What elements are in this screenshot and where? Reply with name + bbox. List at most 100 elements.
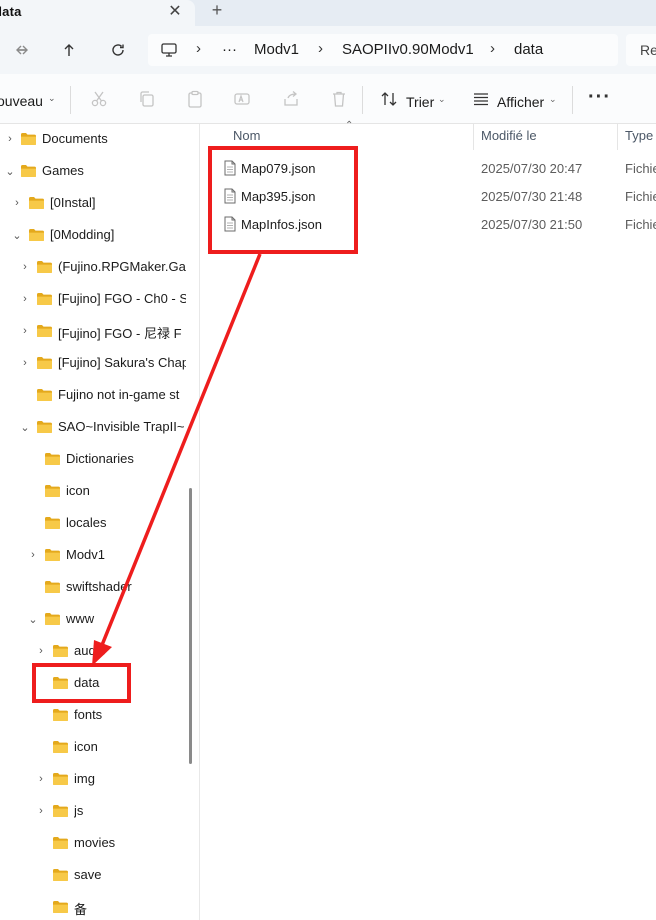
folder-icon	[37, 325, 52, 337]
copy-icon[interactable]	[138, 90, 156, 108]
tab-data[interactable]: data ✕	[0, 0, 195, 26]
tree-scrollbar[interactable]	[189, 488, 192, 764]
arrow-right-icon	[17, 45, 28, 55]
chevron-right-icon[interactable]: ›	[19, 357, 31, 371]
sort-button[interactable]: Trier	[406, 94, 434, 110]
folder-icon	[45, 485, 60, 497]
breadcrumb-data[interactable]: data	[514, 41, 543, 58]
tree-item[interactable]: › [0Instal]	[0, 188, 186, 220]
search-box[interactable]: Re	[626, 34, 656, 66]
tree-item-label: [Fujino] FGO - 尼禄 F	[58, 326, 182, 341]
divider	[572, 86, 573, 114]
view-button[interactable]: Afficher	[497, 94, 544, 110]
tree-item-label: icon	[66, 483, 90, 498]
chevron-right-icon[interactable]: ›	[35, 773, 47, 787]
tree-item-label: 备	[74, 902, 88, 917]
column-divider[interactable]	[617, 124, 618, 150]
tree-item[interactable]: › js	[0, 796, 186, 828]
chevron-right-icon[interactable]: ›	[11, 197, 23, 211]
chevron-down-icon: ⌄	[438, 94, 446, 104]
up-button[interactable]	[57, 38, 81, 62]
folder-icon	[37, 261, 52, 273]
tree-item[interactable]: ⌄ Games	[0, 156, 186, 188]
tree-item-label: save	[74, 867, 102, 882]
tree-item-label: audio	[74, 643, 106, 658]
new-tab-button[interactable]: +	[206, 0, 228, 22]
tree-item[interactable]: movies	[0, 828, 186, 860]
annotation-highlight-files	[208, 146, 358, 254]
chevron-right-icon[interactable]: ›	[19, 261, 31, 275]
tree-item[interactable]: ⌄ SAO~Invisible TrapII~	[0, 412, 186, 444]
column-header-modified[interactable]: Modifié le	[481, 128, 537, 143]
chevron-down-icon[interactable]: ⌄	[27, 613, 39, 627]
chevron-down-icon[interactable]: ⌄	[4, 165, 16, 179]
tree-item-label: [Fujino] Sakura's Chap	[58, 355, 186, 370]
column-header-name[interactable]: Nom	[233, 128, 260, 143]
rename-icon[interactable]	[233, 90, 251, 108]
tree-item[interactable]: › Modv1	[0, 540, 186, 572]
navigation-bar: › ··· Modv1 › SAOPIIv0.90Modv1 › data Re	[0, 26, 656, 74]
file-type: Fichie	[625, 161, 656, 176]
delete-icon[interactable]	[330, 90, 348, 108]
this-pc-icon	[161, 43, 177, 57]
chevron-right-icon[interactable]: ›	[35, 805, 47, 819]
paste-icon[interactable]	[186, 90, 204, 108]
tree-item[interactable]: save	[0, 860, 186, 892]
file-modified: 2025/07/30 21:48	[481, 189, 583, 204]
chevron-right-icon[interactable]: ›	[35, 645, 47, 659]
chevron-right-icon[interactable]: ›	[27, 549, 39, 563]
tree-item-label: Fujino not in-game st	[58, 387, 180, 402]
tree-item[interactable]: › Documents	[0, 124, 186, 156]
tree-item[interactable]: › (Fujino.RPGMaker.Gar	[0, 252, 186, 284]
folder-icon	[53, 901, 68, 913]
new-button[interactable]: ouveau	[0, 93, 43, 109]
folder-icon	[53, 709, 68, 721]
close-tab-icon[interactable]: ✕	[166, 1, 184, 21]
forward-button[interactable]	[10, 38, 34, 62]
more-options-button[interactable]: ···	[588, 86, 611, 109]
tree-item[interactable]: ⌄ www	[0, 604, 186, 636]
file-type: Fichie	[625, 217, 656, 232]
chevron-right-icon[interactable]: ›	[19, 325, 31, 339]
chevron-down-icon[interactable]: ⌄	[19, 421, 31, 435]
breadcrumb-saopii[interactable]: SAOPIIv0.90Modv1	[342, 41, 474, 58]
tree-item[interactable]: locales	[0, 508, 186, 540]
tree-item[interactable]: fonts	[0, 700, 186, 732]
folder-icon	[53, 869, 68, 881]
tree-item[interactable]: ⌄ [0Modding]	[0, 220, 186, 252]
folder-icon	[53, 805, 68, 817]
breadcrumb-separator: ›	[196, 40, 201, 57]
chevron-right-icon[interactable]: ›	[4, 133, 16, 147]
tree-item[interactable]: › [Fujino] Sakura's Chap	[0, 348, 186, 380]
tree-item[interactable]: swiftshader	[0, 572, 186, 604]
tree-item-label: Dictionaries	[66, 451, 134, 466]
tree-item[interactable]: › [Fujino] FGO - Ch0 - S	[0, 284, 186, 316]
tree-item-label: fonts	[74, 707, 103, 722]
column-divider[interactable]	[473, 124, 474, 150]
tree-item[interactable]: › [Fujino] FGO - 尼禄 F	[0, 316, 186, 348]
folder-icon	[37, 357, 52, 369]
tree-item-label: icon	[74, 739, 98, 754]
file-type: Fichie	[625, 189, 656, 204]
tree-item-label: www	[66, 611, 95, 626]
tree-item[interactable]: Fujino not in-game st	[0, 380, 186, 412]
refresh-button[interactable]	[106, 38, 130, 62]
folder-icon	[53, 837, 68, 849]
breadcrumb-overflow[interactable]: ···	[222, 41, 237, 58]
tree-item[interactable]: icon	[0, 732, 186, 764]
chevron-right-icon[interactable]: ›	[19, 293, 31, 307]
sort-ascending-icon: ⌃	[345, 120, 354, 131]
address-bar[interactable]: › ··· Modv1 › SAOPIIv0.90Modv1 › data	[148, 34, 618, 66]
tree-item[interactable]: Dictionaries	[0, 444, 186, 476]
breadcrumb-modv1[interactable]: Modv1	[254, 41, 299, 58]
file-explorer-window: data ✕ + › ··· Modv1 › SAOPIIv0.90Modv1 …	[0, 0, 656, 920]
column-header-type[interactable]: Type	[625, 128, 653, 143]
folder-icon	[53, 741, 68, 753]
chevron-down-icon[interactable]: ⌄	[11, 229, 23, 243]
tree-item[interactable]: › img	[0, 764, 186, 796]
share-icon[interactable]	[282, 90, 300, 108]
folder-icon	[45, 581, 60, 593]
cut-icon[interactable]	[90, 90, 108, 108]
tree-item[interactable]: icon	[0, 476, 186, 508]
tree-item[interactable]: 备	[0, 892, 186, 920]
